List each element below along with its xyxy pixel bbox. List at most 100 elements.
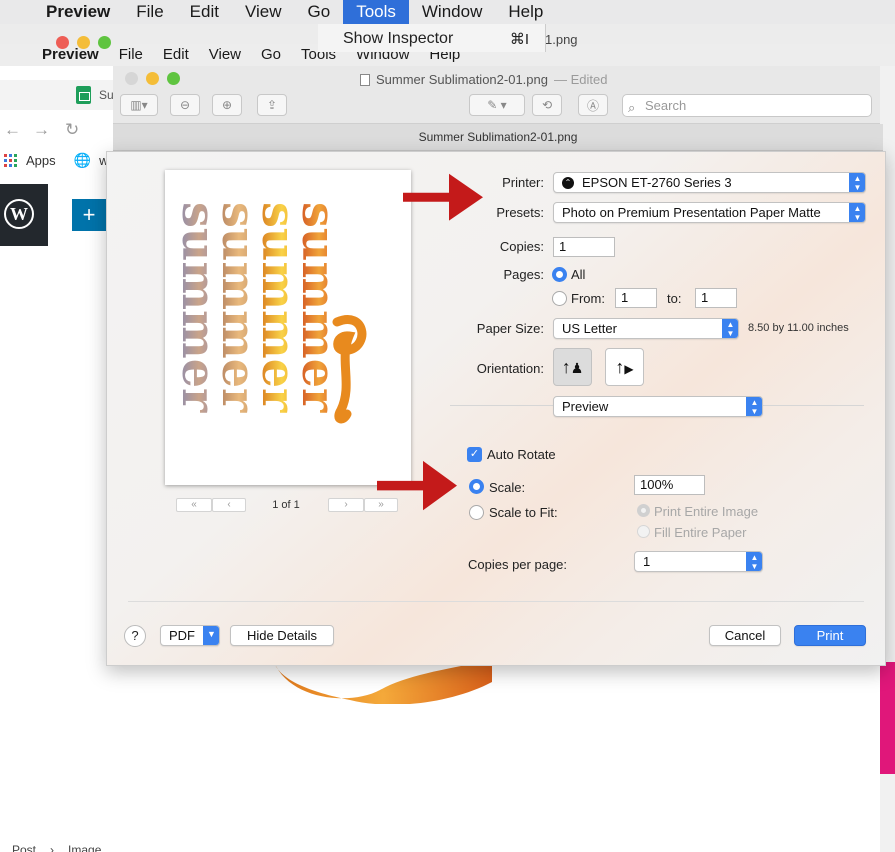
copies-label: Copies: xyxy=(499,239,544,254)
orientation-label: Orientation: xyxy=(476,361,544,376)
globe-icon: 🌐 xyxy=(73,152,92,168)
breadcrumb-image[interactable]: Image xyxy=(68,843,101,852)
scale-to-fit-radio[interactable] xyxy=(469,505,484,520)
menu-window[interactable]: Window xyxy=(409,0,495,24)
hide-details-button[interactable]: Hide Details xyxy=(230,625,334,646)
scale-label: Scale: xyxy=(489,480,526,495)
orientation-landscape-button[interactable]: ↑▶ xyxy=(605,348,644,386)
scale-input[interactable]: 100% xyxy=(634,475,705,495)
background-window-controls xyxy=(56,36,111,49)
copies-per-page-select[interactable]: 1 ▲ ▼ xyxy=(634,551,763,572)
pages-range-radio[interactable] xyxy=(552,291,567,306)
breadcrumb: Post › Image xyxy=(12,843,101,852)
window-title-text: Summer Sublimation2-01.png xyxy=(376,72,548,87)
zoom-icon[interactable] xyxy=(98,36,111,49)
auto-rotate-label: Auto Rotate xyxy=(487,447,556,462)
zoom-icon[interactable] xyxy=(167,72,180,85)
system-menubar: Preview File Edit View Go Tools Window H… xyxy=(0,0,895,24)
copies-input[interactable]: 1 xyxy=(553,237,615,257)
share-button[interactable]: ⇪ xyxy=(257,94,287,116)
print-entire-image-radio[interactable] xyxy=(637,504,650,517)
next-page-button[interactable]: › xyxy=(328,498,364,512)
chevron-updown-icon: ▲ ▼ xyxy=(746,552,762,571)
cancel-button[interactable]: Cancel xyxy=(709,625,781,646)
minimize-icon[interactable] xyxy=(146,72,159,85)
search-input[interactable]: ⌕ Search xyxy=(622,94,872,117)
markup-toolbar-button[interactable]: Ⓐ xyxy=(578,94,608,116)
first-page-button[interactable]: « xyxy=(176,498,212,512)
scale-radio[interactable] xyxy=(469,479,484,494)
help-button[interactable]: ? xyxy=(124,625,146,647)
thumb-word-4: summer xyxy=(292,202,346,413)
presets-select[interactable]: Photo on Premium Presentation Paper Matt… xyxy=(553,202,866,223)
reload-icon[interactable]: ↻ xyxy=(65,120,79,140)
wordpress-icon: W xyxy=(4,199,34,229)
presets-value: Photo on Premium Presentation Paper Matt… xyxy=(562,205,821,220)
wordpress-logo[interactable]: W xyxy=(0,184,48,246)
file-icon xyxy=(360,73,370,86)
print-entire-image-label: Print Entire Image xyxy=(654,504,759,519)
menu-help[interactable]: Help xyxy=(495,0,556,24)
close-icon[interactable] xyxy=(125,72,138,85)
document-tab-bar: Summer Sublimation2-01.png xyxy=(113,124,883,151)
browser-tab[interactable] xyxy=(0,80,113,110)
auto-rotate-checkbox[interactable]: ✓ xyxy=(467,447,482,462)
zoom-in-button[interactable]: ⊕ xyxy=(212,94,242,116)
bookmark-apps[interactable]: Apps xyxy=(26,153,56,168)
pages-all-radio[interactable] xyxy=(552,267,567,282)
pages-from-input[interactable]: 1 xyxy=(615,288,657,308)
print-button[interactable]: Print xyxy=(794,625,866,646)
chevron-updown-icon: ▲ ▼ xyxy=(746,397,762,416)
menu-app-name[interactable]: Preview xyxy=(34,0,123,24)
pdf-label: PDF xyxy=(169,628,195,643)
add-new-button[interactable]: + xyxy=(72,199,106,231)
sheets-icon xyxy=(76,86,91,104)
window-title: Summer Sublimation2-01.png — Edited xyxy=(360,72,607,87)
section-select[interactable]: Preview ▲ ▼ xyxy=(553,396,763,417)
paper-size-label: Paper Size: xyxy=(476,321,544,336)
menu-view[interactable]: View xyxy=(232,0,295,24)
menu-tools[interactable]: Tools xyxy=(343,0,409,24)
menu-go[interactable]: Go xyxy=(295,0,344,24)
close-icon[interactable] xyxy=(56,36,69,49)
summer-artwork: summer summer summer summer xyxy=(172,202,367,424)
bookmarks-bar: Apps 🌐 w xyxy=(0,152,108,169)
prev-page-button[interactable]: ‹ xyxy=(212,498,246,512)
breadcrumb-post[interactable]: Post xyxy=(12,843,36,852)
minimize-icon[interactable] xyxy=(77,36,90,49)
pages-to-input[interactable]: 1 xyxy=(695,288,737,308)
app-menu-file[interactable]: File xyxy=(109,44,153,66)
pdf-menu-button[interactable]: PDF ▼ xyxy=(160,625,220,646)
paper-dimensions: 8.50 by 11.00 inches xyxy=(748,322,849,334)
forward-icon[interactable]: → xyxy=(33,120,50,140)
markup-pen-button[interactable]: ✎ ▾ xyxy=(469,94,525,116)
chevron-down-icon: ▼ xyxy=(203,626,219,645)
app-menu-view[interactable]: View xyxy=(199,44,251,66)
printer-select[interactable]: ⌃ EPSON ET-2760 Series 3 ▲ ▼ xyxy=(553,172,866,193)
paper-size-value: US Letter xyxy=(562,321,617,336)
search-icon: ⌕ xyxy=(628,100,636,115)
annotation-arrow-printer xyxy=(403,173,483,221)
pages-all-label: All xyxy=(571,267,586,282)
back-icon[interactable]: ← xyxy=(4,120,21,140)
annotation-arrow-scale xyxy=(377,460,457,511)
copies-per-page-value: 1 xyxy=(643,554,651,569)
menu-edit[interactable]: Edit xyxy=(177,0,232,24)
page-indicator: 1 of 1 xyxy=(272,499,300,511)
chevron-updown-icon: ▲ ▼ xyxy=(722,319,738,338)
section-value: Preview xyxy=(562,399,609,414)
paper-size-select[interactable]: US Letter ▲ ▼ xyxy=(553,318,739,339)
app-menu-edit[interactable]: Edit xyxy=(153,44,199,66)
fill-entire-paper-label: Fill Entire Paper xyxy=(654,525,747,540)
rotate-button[interactable]: ⟲ xyxy=(532,94,562,116)
menu-item-show-inspector[interactable]: Show Inspector xyxy=(343,30,453,48)
window-controls xyxy=(125,72,180,85)
pages-to-label: to: xyxy=(667,291,682,306)
orientation-portrait-button[interactable]: ↑♟ xyxy=(553,348,592,386)
menu-file[interactable]: File xyxy=(123,0,176,24)
browser-tab-label: Su xyxy=(99,88,114,102)
app-menu-go[interactable]: Go xyxy=(251,44,291,66)
sidebar-toggle-button[interactable]: ▥▾ xyxy=(120,94,158,116)
zoom-out-button[interactable]: ⊖ xyxy=(170,94,200,116)
fill-entire-paper-radio[interactable] xyxy=(637,525,650,538)
